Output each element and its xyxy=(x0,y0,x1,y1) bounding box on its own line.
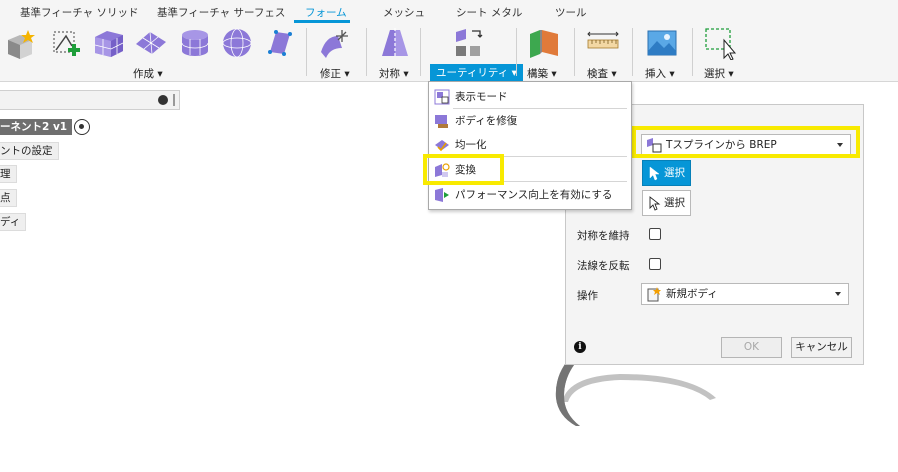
edit-form-icon[interactable] xyxy=(318,26,352,60)
modify-group-label[interactable]: 修正 ▾ xyxy=(320,66,350,81)
selection-button-active[interactable]: 選択 xyxy=(642,160,691,186)
ribbon-divider xyxy=(420,28,421,76)
box-form-icon[interactable] xyxy=(92,26,126,60)
inspect-group-label[interactable]: 検査 ▾ xyxy=(587,66,617,81)
tab-mesh[interactable]: メッシュ xyxy=(383,5,425,20)
performance-icon xyxy=(435,188,449,202)
operation-label: 操作 xyxy=(577,290,598,302)
create-group-label[interactable]: 作成 ▾ xyxy=(133,66,163,81)
plane-form-icon[interactable] xyxy=(134,26,168,60)
utility-dropdown-menu: 表示モード ボディを修復 均一化 変換 パフォーマンス向上を有効にする xyxy=(428,81,632,210)
sketch-edit-icon[interactable] xyxy=(48,26,82,60)
repair-body-icon xyxy=(435,115,448,128)
panel-grip-icon[interactable] xyxy=(173,94,175,106)
quadball-form-icon[interactable] xyxy=(262,26,296,60)
ribbon-divider xyxy=(306,28,307,76)
ribbon-divider xyxy=(366,28,367,76)
create-form-icon[interactable] xyxy=(4,26,38,60)
activate-component-icon[interactable] xyxy=(74,119,90,135)
insert-image-icon[interactable] xyxy=(645,26,679,60)
browser-header xyxy=(0,90,180,110)
make-uniform-icon xyxy=(435,140,449,152)
measure-icon[interactable] xyxy=(586,26,620,60)
menu-item-label: 均一化 xyxy=(455,139,487,151)
highlight-box xyxy=(423,154,504,185)
cursor-arrow-icon xyxy=(649,196,661,211)
operation-value: 新規ボディ xyxy=(666,288,718,300)
construct-group-label[interactable]: 構築 ▾ xyxy=(527,66,557,81)
cancel-button[interactable]: キャンセル xyxy=(791,337,852,358)
cursor-arrow-icon xyxy=(649,166,660,181)
chevron-down-icon xyxy=(835,292,841,296)
flip-normals-label: 法線を反転 xyxy=(577,260,630,272)
mirror-symmetry-icon[interactable] xyxy=(378,26,412,60)
cylinder-form-icon[interactable] xyxy=(178,26,212,60)
browser-item-origin[interactable]: 点 xyxy=(0,189,17,207)
keep-symmetry-checkbox[interactable] xyxy=(649,228,661,240)
tab-surface[interactable]: 基準フィーチャ サーフェス xyxy=(157,5,285,20)
menu-item-display-mode[interactable]: 表示モード xyxy=(429,86,631,108)
collapse-icon[interactable] xyxy=(158,95,168,105)
menu-item-label: パフォーマンス向上を有効にする xyxy=(455,189,613,201)
construct-plane-icon[interactable] xyxy=(527,26,561,60)
keep-symmetry-label: 対称を維持 xyxy=(577,230,630,242)
selection-label: 選択 xyxy=(664,197,685,209)
component-label[interactable]: ーネント2 v1 xyxy=(0,119,73,135)
ribbon-divider xyxy=(692,28,693,76)
tab-sheet-metal[interactable]: シート メタル xyxy=(456,5,522,20)
browser-item-bodies[interactable]: ディ xyxy=(0,213,27,231)
menu-item-performance[interactable]: パフォーマンス向上を有効にする xyxy=(429,184,631,206)
active-tab-indicator xyxy=(294,20,350,23)
ribbon-divider xyxy=(574,28,575,76)
highlight-box xyxy=(632,126,860,158)
tab-form[interactable]: フォーム xyxy=(305,5,347,20)
select-group-label[interactable]: 選択 ▾ xyxy=(704,66,734,81)
menu-item-repair-body[interactable]: ボディを修復 xyxy=(429,110,631,132)
menu-divider xyxy=(453,108,627,109)
insert-group-label[interactable]: 挿入 ▾ xyxy=(645,66,675,81)
ribbon-tab-bar: 基準フィーチャ ソリッド 基準フィーチャ サーフェス フォーム メッシュ シート… xyxy=(0,0,898,24)
operation-dropdown[interactable]: 新規ボディ xyxy=(641,283,849,305)
utility-tools-icon[interactable] xyxy=(452,26,486,60)
menu-item-make-uniform[interactable]: 均一化 xyxy=(429,134,631,156)
browser-item-history[interactable]: 理 xyxy=(0,165,17,183)
sphere-form-icon[interactable] xyxy=(220,26,254,60)
tab-tools[interactable]: ツール xyxy=(555,5,587,20)
utility-group-label[interactable]: ユーティリティ ▾ xyxy=(430,64,523,81)
ribbon-divider xyxy=(516,28,517,76)
selection-label: 選択 xyxy=(664,167,685,179)
new-body-icon xyxy=(647,287,661,302)
ok-button[interactable]: OK xyxy=(721,337,782,358)
ribbon-toolbar: 作成 ▾ 修正 ▾ 対称 ▾ ユーティリティ ▾ 構築 ▾ 検査 ▾ 挿入 ▾ … xyxy=(0,24,898,82)
browser-item-settings[interactable]: ントの設定 xyxy=(0,142,59,160)
symmetry-group-label[interactable]: 対称 ▾ xyxy=(379,66,409,81)
info-icon[interactable]: i xyxy=(574,341,586,353)
ribbon-divider xyxy=(632,28,633,76)
display-mode-icon xyxy=(434,89,450,105)
menu-item-label: 表示モード xyxy=(455,91,508,103)
tab-solid[interactable]: 基準フィーチャ ソリッド xyxy=(20,5,139,20)
selection-button[interactable]: 選択 xyxy=(642,190,691,216)
flip-normals-checkbox[interactable] xyxy=(649,258,661,270)
menu-item-label: ボディを修復 xyxy=(455,115,518,127)
select-window-icon[interactable] xyxy=(704,26,738,60)
